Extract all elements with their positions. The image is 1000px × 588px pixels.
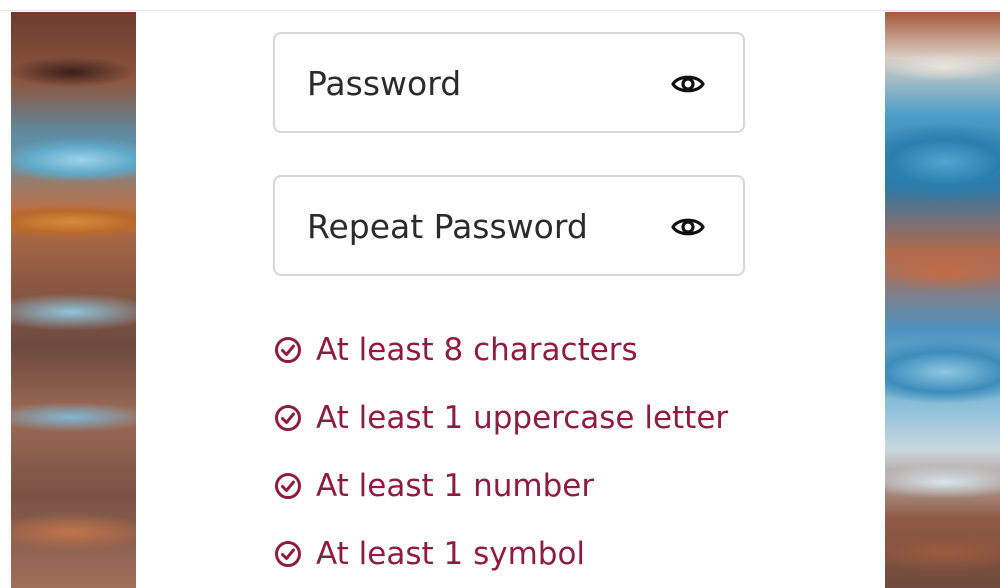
requirement-item: At least 1 uppercase letter [274,396,874,464]
requirement-item: At least 1 symbol [274,532,874,588]
eye-icon[interactable] [671,213,705,241]
check-circle-icon [274,472,302,500]
repeat-password-field[interactable] [273,175,745,276]
password-requirements-list: At least 8 characters At least 1 upperca… [274,328,874,588]
password-field[interactable] [273,32,745,133]
requirement-label: At least 1 number [316,468,595,504]
form-card: At least 8 characters At least 1 upperca… [136,12,885,588]
requirement-label: At least 1 symbol [316,536,586,572]
requirement-item: At least 1 number [274,464,874,532]
signup-screen: At least 8 characters At least 1 upperca… [0,0,1000,588]
background-image-left [11,12,136,588]
top-bar [0,0,1000,11]
requirement-label: At least 8 characters [316,332,638,368]
repeat-password-input[interactable] [307,205,647,247]
requirement-label: At least 1 uppercase letter [316,400,729,436]
background-image-right [885,12,1000,588]
check-circle-icon [274,540,302,568]
eye-icon[interactable] [671,70,705,98]
check-circle-icon [274,336,302,364]
password-input[interactable] [307,62,647,104]
requirement-item: At least 8 characters [274,328,874,396]
check-circle-icon [274,404,302,432]
